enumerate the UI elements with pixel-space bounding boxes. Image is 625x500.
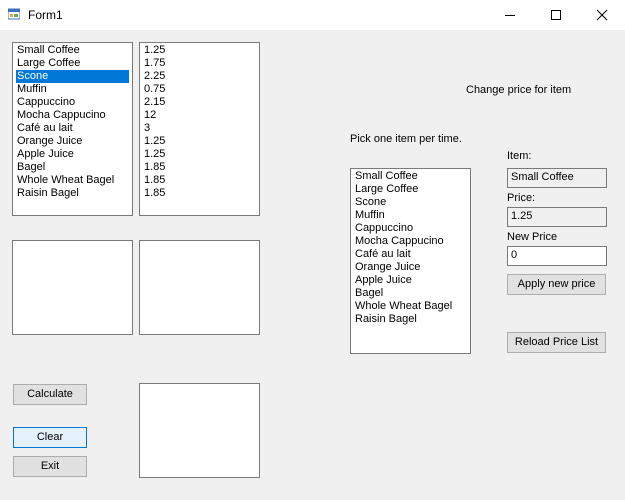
minimize-button[interactable] xyxy=(487,0,533,30)
menu-item[interactable]: Café au lait xyxy=(16,122,129,135)
menu-price-item[interactable]: 0.75 xyxy=(143,83,256,96)
menu-price-item[interactable]: 12 xyxy=(143,109,256,122)
close-icon xyxy=(596,9,608,21)
edit-list-item[interactable]: Bagel xyxy=(354,287,467,300)
edit-list-item[interactable]: Scone xyxy=(354,196,467,209)
new-price-input[interactable]: 0 xyxy=(507,246,607,266)
menu-item[interactable]: Apple Juice xyxy=(16,148,129,161)
menu-item[interactable]: Raisin Bagel xyxy=(16,187,129,200)
clear-button-label: Clear xyxy=(36,431,64,443)
menu-price-item[interactable]: 1.25 xyxy=(143,135,256,148)
edit-list-item[interactable]: Muffin xyxy=(354,209,467,222)
change-price-heading: Change price for item xyxy=(466,84,572,96)
edit-list-item[interactable]: Cappuccino xyxy=(354,222,467,235)
menu-prices-listbox[interactable]: 1.25 1.75 2.25 0.75 2.15 12 3 1.25 1.25 1.85 1.85 1… xyxy=(139,42,260,216)
menu-item[interactable]: Muffin xyxy=(16,83,129,96)
close-button[interactable] xyxy=(579,0,625,30)
totals-listbox[interactable] xyxy=(139,383,260,478)
maximize-icon xyxy=(551,10,561,20)
menu-item[interactable]: Scone xyxy=(16,70,129,83)
exit-button[interactable]: Exit xyxy=(13,456,87,477)
edit-list-item[interactable]: Large Coffee xyxy=(354,183,467,196)
order-items-listbox[interactable] xyxy=(12,240,133,335)
menu-price-item[interactable]: 1.75 xyxy=(143,57,256,70)
minimize-icon xyxy=(505,15,515,16)
instruction-label: Pick one item per time. xyxy=(350,133,462,145)
edit-list-item[interactable]: Orange Juice xyxy=(354,261,467,274)
reload-price-list-label: Reload Price List xyxy=(514,336,599,348)
menu-price-item[interactable]: 3 xyxy=(143,122,256,135)
order-prices-listbox[interactable] xyxy=(139,240,260,335)
winforms-app-icon xyxy=(7,8,21,20)
calculate-button[interactable]: Calculate xyxy=(13,384,87,405)
menu-price-item[interactable]: 2.15 xyxy=(143,96,256,109)
title-bar: Form1 xyxy=(0,0,625,30)
edit-list-item[interactable]: Café au lait xyxy=(354,248,467,261)
menu-price-item[interactable]: 1.85 xyxy=(143,161,256,174)
exit-button-label: Exit xyxy=(40,460,60,472)
edit-list-item[interactable]: Small Coffee xyxy=(354,170,467,183)
menu-price-item[interactable]: 1.25 xyxy=(143,148,256,161)
menu-items-listbox[interactable]: Small Coffee Large Coffee Scone Muffin Cappu… xyxy=(12,42,133,216)
edit-list-item[interactable]: Mocha Cappucino xyxy=(354,235,467,248)
new-price-label: New Price xyxy=(507,231,558,243)
price-label: Price: xyxy=(507,192,536,204)
menu-item[interactable]: Mocha Cappucino xyxy=(16,109,129,122)
menu-price-item[interactable]: 1.85 xyxy=(143,187,256,200)
edit-list-item[interactable]: Whole Wheat Bagel xyxy=(354,300,467,313)
edit-list-item[interactable]: Raisin Bagel xyxy=(354,313,467,326)
menu-item[interactable]: Small Coffee xyxy=(16,44,129,57)
apply-new-price-button[interactable]: Apply new price xyxy=(507,274,606,295)
calculate-button-label: Calculate xyxy=(27,388,73,400)
apply-new-price-label: Apply new price xyxy=(517,278,596,290)
item-field[interactable]: Small Coffee xyxy=(507,168,607,188)
menu-item[interactable]: Large Coffee xyxy=(16,57,129,70)
menu-item[interactable]: Whole Wheat Bagel xyxy=(16,174,129,187)
menu-price-item[interactable]: 1.85 xyxy=(143,174,256,187)
menu-item[interactable]: Cappuccino xyxy=(16,96,129,109)
price-field[interactable]: 1.25 xyxy=(507,207,607,227)
menu-item[interactable]: Orange Juice xyxy=(16,135,129,148)
window-title: Form1 xyxy=(28,8,63,22)
menu-price-item[interactable]: 2.25 xyxy=(143,70,256,83)
item-label: Item: xyxy=(507,150,532,162)
edit-items-listbox[interactable]: Small Coffee Large Coffee Scone Muffin Cappu… xyxy=(350,168,471,354)
menu-item[interactable]: Bagel xyxy=(16,161,129,174)
reload-price-list-button[interactable]: Reload Price List xyxy=(507,332,606,353)
menu-price-item[interactable]: 1.25 xyxy=(143,44,256,57)
edit-list-item[interactable]: Apple Juice xyxy=(354,274,467,287)
clear-button[interactable]: Clear xyxy=(13,427,87,448)
maximize-button[interactable] xyxy=(533,0,579,30)
